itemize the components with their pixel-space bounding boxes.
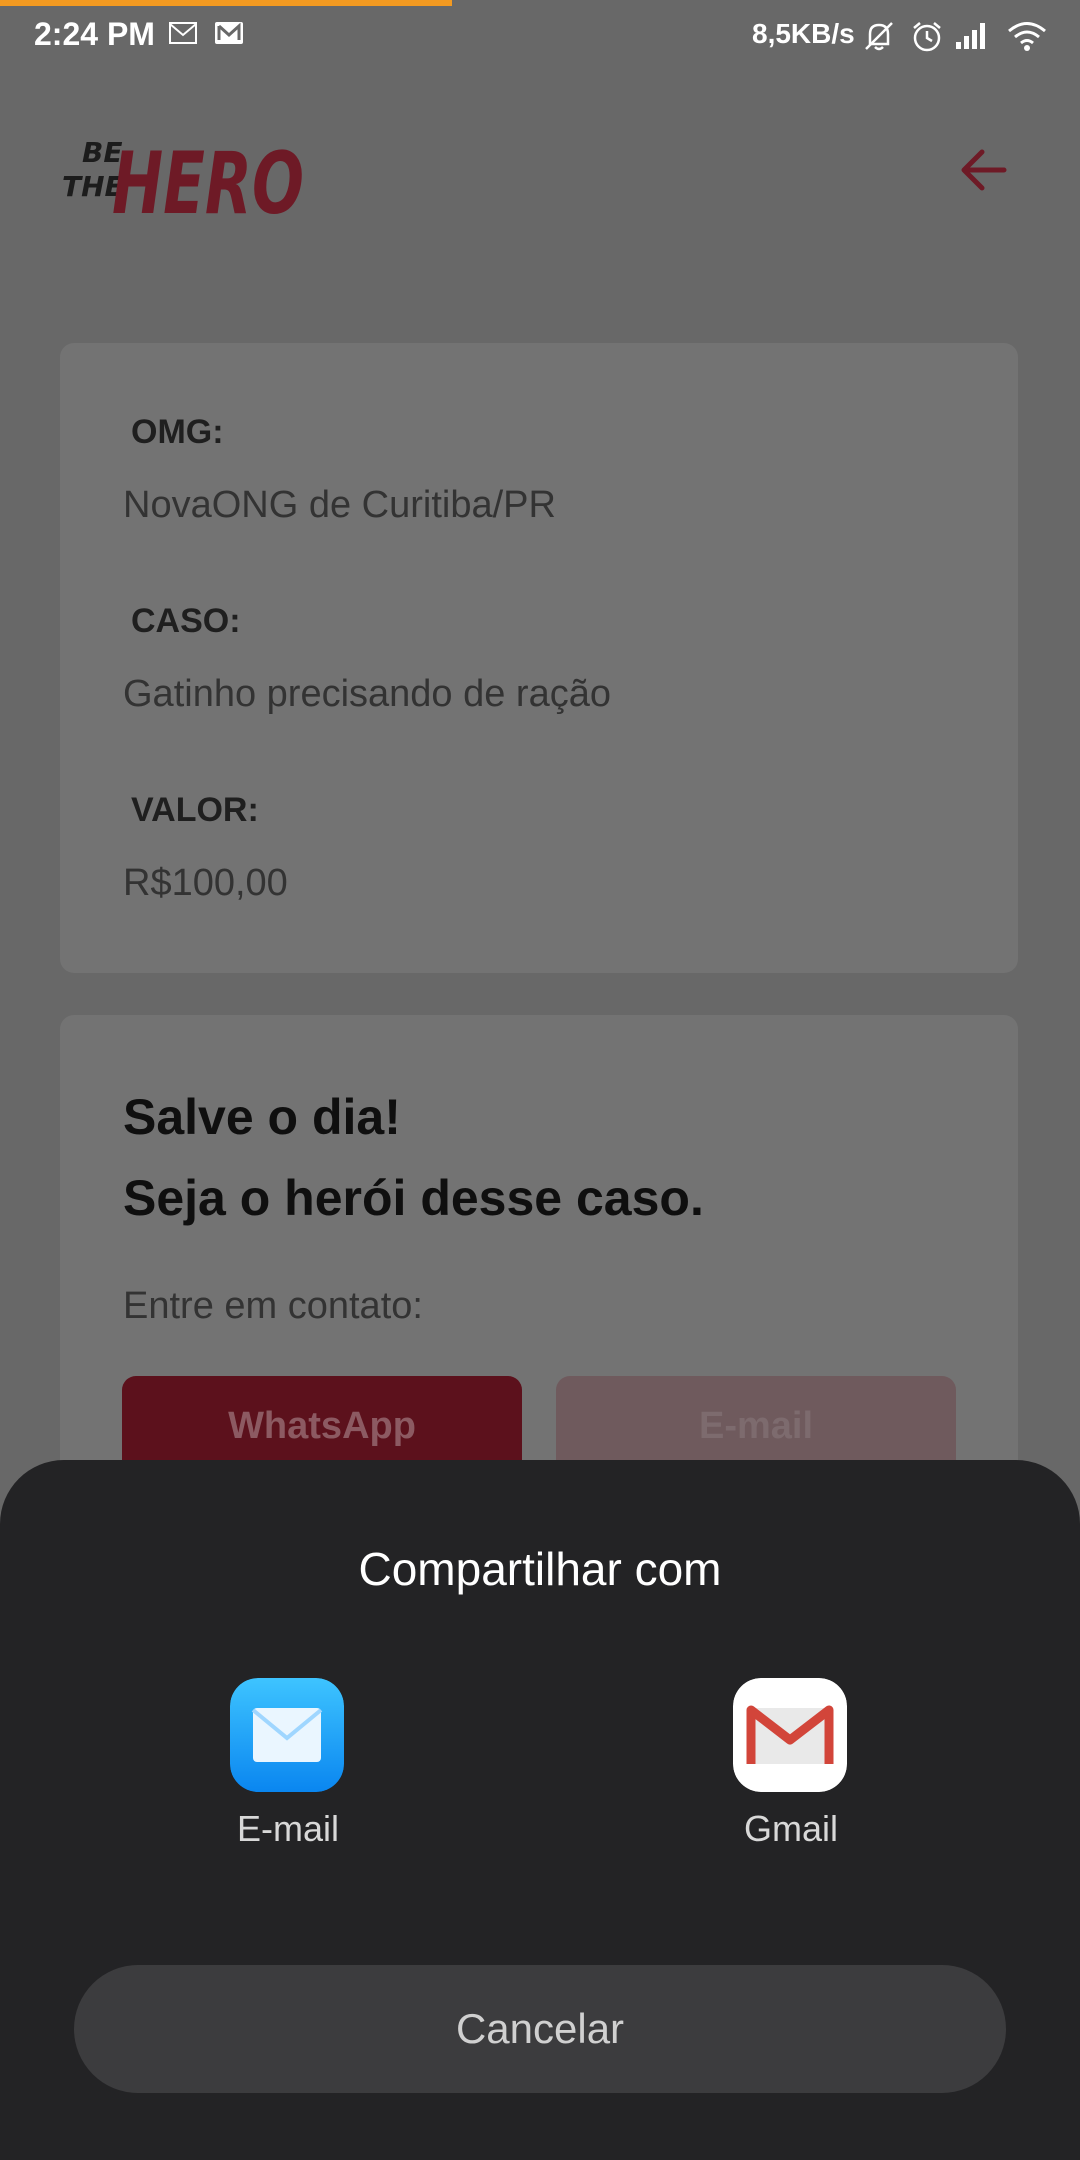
alarm-icon <box>913 22 941 52</box>
email-app-icon <box>230 1678 344 1792</box>
contact-title-line2: Seja o herói desse caso. <box>123 1170 704 1226</box>
case-label: CASO: <box>131 602 241 640</box>
share-bottom-sheet: Compartilhar com E-mail Gmail Cancelar <box>0 1460 1080 2160</box>
value-label: VALOR: <box>131 791 259 829</box>
case-value: Gatinho precisando de ração <box>123 673 611 715</box>
contact-title-line1: Salve o dia! <box>123 1089 401 1145</box>
value-amount: R$100,00 <box>123 862 288 904</box>
org-label: OMG: <box>131 413 224 451</box>
status-bar: 2:24 PM 8,5KB/s <box>0 6 1080 68</box>
case-details-card: OMG: NovaONG de Curitiba/PR CASO: Gatinh… <box>60 343 1018 973</box>
gmail-app-icon <box>733 1678 847 1792</box>
share-option-gmail[interactable]: Gmail <box>661 1678 921 1878</box>
gmail-icon <box>215 22 243 44</box>
status-time: 2:24 PM <box>34 16 155 52</box>
org-value: NovaONG de Curitiba/PR <box>123 484 556 526</box>
share-option-gmail-label: Gmail <box>743 1808 838 1849</box>
logo-word: HERO <box>112 134 304 228</box>
network-speed: 8,5KB/s <box>752 18 855 49</box>
arrow-left-icon[interactable] <box>956 142 1012 198</box>
share-option-email[interactable]: E-mail <box>158 1678 418 1878</box>
signal-icon <box>956 23 985 49</box>
mail-outline-icon <box>169 22 197 44</box>
cancel-button[interactable]: Cancelar <box>74 1965 1006 2093</box>
wifi-icon <box>1008 22 1046 51</box>
contact-label: Entre em contato: <box>123 1285 423 1327</box>
be-the-hero-logo: BE THE HERO <box>60 118 310 234</box>
share-sheet-title: Compartilhar com <box>358 1543 722 1595</box>
share-option-email-label: E-mail <box>236 1808 339 1849</box>
bell-muted-icon <box>865 22 893 51</box>
